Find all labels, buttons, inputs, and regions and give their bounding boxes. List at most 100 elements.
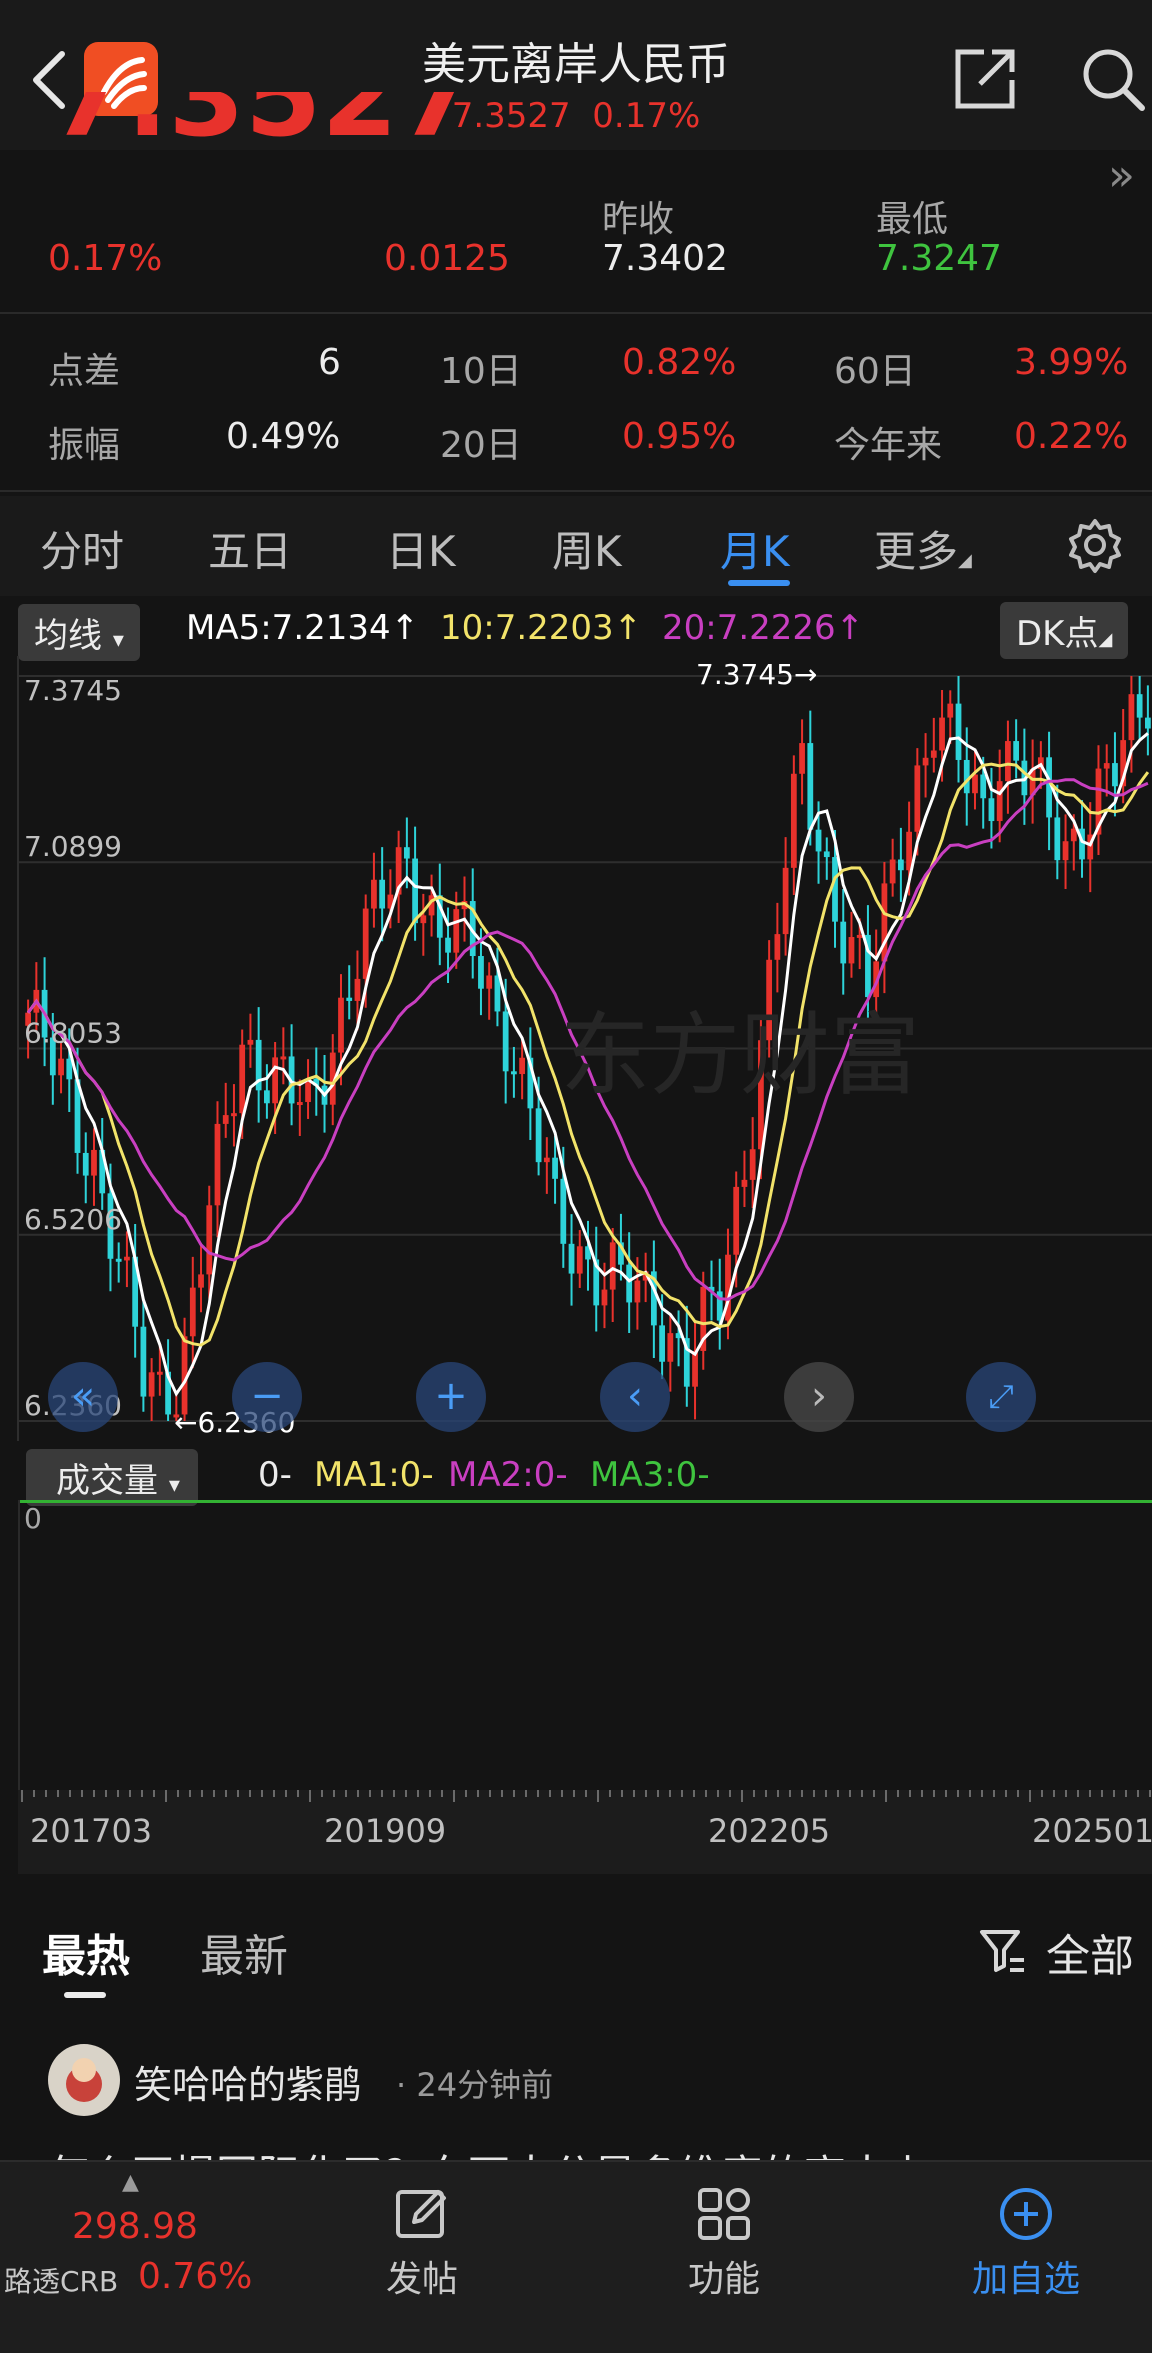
candle-body: [58, 1058, 64, 1076]
candle-body: [247, 1039, 254, 1045]
post-time: · 24分钟前: [396, 2066, 554, 2104]
settings-gear-icon[interactable]: [1066, 516, 1124, 574]
scroll-start-button[interactable]: «: [48, 1362, 118, 1432]
scroll-left-button[interactable]: ‹: [600, 1362, 670, 1432]
index-change[interactable]: 0.76%: [138, 2256, 252, 2297]
x-label: 201909: [324, 1812, 447, 1850]
add-watchlist-button[interactable]: 加自选: [926, 2162, 1126, 2302]
date-axis: 201703 201909 202205 202501: [18, 1790, 1152, 1874]
candle-body: [502, 1011, 509, 1072]
filter-all[interactable]: 全部: [1046, 1920, 1134, 1984]
candle-body: [807, 743, 814, 830]
candle-body: [206, 1205, 213, 1275]
candle-body: [354, 978, 361, 1001]
candle-body: [947, 703, 954, 718]
candle-body: [231, 1113, 237, 1117]
candle-body: [222, 1115, 229, 1124]
tab-hottest[interactable]: 最热: [42, 1920, 130, 1984]
candle-body: [412, 858, 418, 924]
change-percent: 0.17%: [48, 238, 163, 279]
tab-intraday[interactable]: 分时: [40, 518, 124, 579]
volume-chart[interactable]: [18, 1500, 1152, 1790]
dk-point-toggle[interactable]: DK点◢: [1000, 602, 1129, 659]
current-price-large: 7.3527: [50, 92, 475, 161]
candle-body: [634, 1280, 641, 1303]
candle-body: [963, 759, 970, 794]
grid-icon: [698, 2188, 750, 2240]
avatar[interactable]: [48, 2044, 120, 2116]
divider: [0, 490, 1152, 492]
volume-selector[interactable]: 成交量 ▾: [26, 1449, 198, 1506]
candle-body: [930, 750, 937, 758]
candle-body: [897, 859, 904, 871]
spread-value: 6: [318, 342, 341, 383]
post-button[interactable]: 发帖: [322, 2162, 522, 2302]
edit-icon: [396, 2190, 446, 2238]
fullscreen-icon[interactable]: ⤢: [966, 1362, 1036, 1432]
search-icon[interactable]: [1078, 44, 1148, 114]
amplitude-value: 0.49%: [226, 416, 341, 457]
candle-body: [453, 909, 460, 953]
candle-body: [667, 1333, 674, 1362]
function-button[interactable]: 功能: [624, 2162, 824, 2302]
candle-body: [914, 765, 921, 832]
candle-body: [519, 1057, 526, 1075]
y-tick-label: 6.5206: [24, 1203, 122, 1236]
candle-body: [1103, 763, 1110, 769]
indicator-selector[interactable]: 均线 ▾: [18, 604, 140, 661]
candle-body: [379, 879, 386, 909]
volume-indicator-row: 成交量 ▾ 0- MA1:0- MA2:0- MA3:0-: [0, 1445, 1152, 1506]
x-label: 202501: [1032, 1812, 1152, 1850]
prev-close-value: 7.3402: [602, 238, 728, 279]
zoom-in-button[interactable]: +: [416, 1362, 486, 1432]
candle-body: [1013, 741, 1020, 761]
candle-body: [733, 1186, 740, 1255]
post-author[interactable]: 笑哈哈的紫鹃: [134, 2054, 362, 2109]
zoom-out-button[interactable]: −: [232, 1362, 302, 1432]
candle-body: [988, 798, 995, 822]
date-axis-ticks: [21, 1790, 1151, 1802]
volume-ma2: MA2:0-: [448, 1455, 568, 1495]
expand-chevron-icon[interactable]: »: [1108, 150, 1135, 201]
dropdown-triangle-icon: ◢: [958, 550, 972, 571]
collapse-up-icon[interactable]: ▲: [122, 2170, 139, 2195]
tab-daily-k[interactable]: 日K: [386, 518, 456, 579]
tab-newest[interactable]: 最新: [200, 1920, 288, 1984]
candle-body: [1145, 717, 1151, 729]
x-label: 201703: [30, 1812, 153, 1850]
filter-icon[interactable]: [978, 1926, 1028, 1976]
candle-body: [445, 937, 451, 953]
active-tab-indicator: [728, 580, 790, 586]
ma10-value: 10:7.2203↑: [440, 608, 643, 648]
candle-body: [815, 829, 822, 852]
candle-body: [124, 1256, 130, 1261]
share-icon[interactable]: [950, 44, 1020, 114]
add-circle-icon: [1000, 2188, 1052, 2240]
volume-ma3: MA3:0-: [590, 1455, 710, 1495]
candle-body: [403, 847, 410, 859]
ytd-label: 今年来: [834, 425, 943, 466]
candlestick-chart[interactable]: 东方财富 7.37457.08996.80536.52066.2360 7.37…: [0, 656, 1152, 1441]
period-tabs: 分时 五日 日K 周K 月K 更多◢: [0, 496, 1152, 596]
watermark: 东方财富: [560, 1003, 920, 1108]
ma-indicator-row: 均线 ▾ MA5:7.2134↑ 10:7.2203↑ 20:7.2226↑ D…: [0, 600, 1152, 661]
index-name[interactable]: 路透CRB: [4, 2260, 118, 2300]
scroll-right-button[interactable]: ›: [784, 1362, 854, 1432]
y-tick-label: 7.3745: [24, 674, 122, 707]
candle-body: [1136, 694, 1143, 718]
candle-body: [626, 1264, 633, 1303]
tab-more[interactable]: 更多◢: [874, 518, 972, 579]
volume-value: 0-: [258, 1455, 292, 1495]
candle-body: [774, 934, 781, 960]
index-value[interactable]: 298.98: [72, 2206, 198, 2247]
candle-body: [568, 1243, 575, 1274]
ma20-value: 20:7.2226↑: [662, 608, 865, 648]
high-marker-label: 7.3745→: [696, 658, 817, 691]
tab-weekly-k[interactable]: 周K: [552, 518, 622, 579]
candle-body: [848, 937, 855, 964]
tab-five-day[interactable]: 五日: [208, 518, 292, 579]
candle-body: [280, 1056, 287, 1060]
tab-monthly-k[interactable]: 月K: [720, 518, 790, 579]
d20-value: 0.95%: [622, 416, 737, 457]
candle-body: [782, 867, 789, 935]
